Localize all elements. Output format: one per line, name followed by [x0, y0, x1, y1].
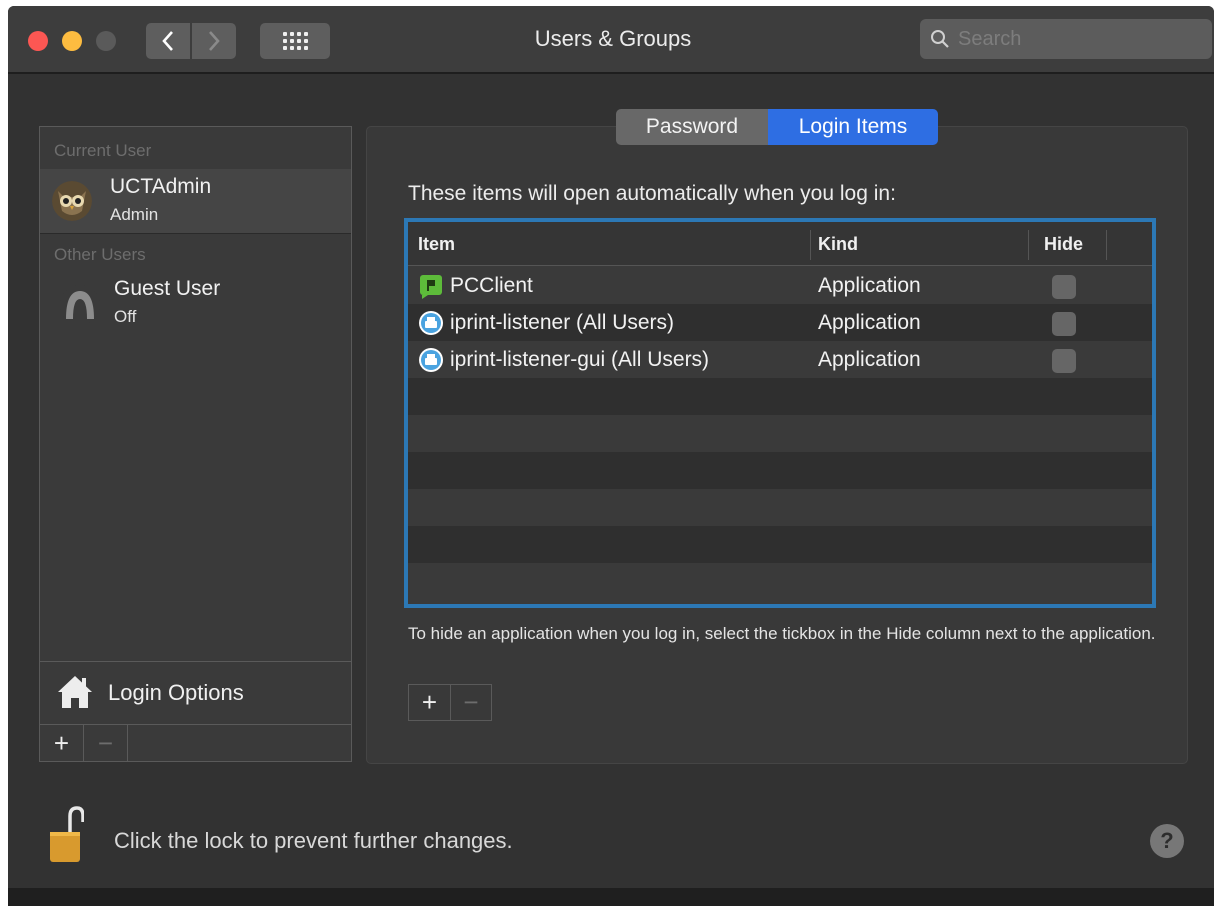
- table-body: PCClient Application iprint-listener (Al…: [408, 267, 1152, 600]
- grid-icon: [282, 32, 308, 50]
- current-user-header: Current User: [54, 141, 152, 160]
- title-bar: Users & Groups: [8, 6, 1214, 74]
- owl-avatar-icon: [52, 181, 92, 221]
- users-groups-window: Users & Groups Current User UCTAdmin Adm…: [8, 6, 1214, 896]
- search-icon: [931, 30, 949, 48]
- iprint-icon: [419, 347, 443, 372]
- house-icon: [58, 676, 92, 708]
- kind-cell: Application: [818, 273, 921, 297]
- zoom-window-button[interactable]: [96, 31, 116, 51]
- hide-checkbox[interactable]: [1052, 275, 1076, 299]
- show-all-button[interactable]: [260, 23, 330, 59]
- login-options-label: Login Options: [108, 680, 244, 705]
- sidebar-divider: [40, 233, 351, 234]
- item-cell: iprint-listener (All Users): [418, 304, 674, 341]
- hide-checkbox[interactable]: [1052, 312, 1076, 336]
- user-item-guest[interactable]: Guest User Off: [40, 271, 351, 335]
- empty-row: [408, 489, 1152, 526]
- sidebar-add-remove: + −: [40, 725, 351, 762]
- item-name: iprint-listener-gui (All Users): [450, 347, 710, 371]
- kind-cell: Application: [818, 347, 921, 371]
- pcclient-icon: [420, 274, 442, 299]
- back-button[interactable]: [146, 23, 190, 59]
- tab-login-items[interactable]: Login Items: [768, 109, 938, 145]
- table-header: Item Kind Hide: [408, 222, 1152, 266]
- guest-avatar-icon: [60, 285, 100, 325]
- search-input[interactable]: [958, 27, 1198, 51]
- item-cell: PCClient: [418, 267, 533, 304]
- user-role: Admin: [110, 205, 159, 224]
- user-name: Guest User: [114, 277, 221, 300]
- login-items-intro: These items will open automatically when…: [408, 182, 896, 205]
- login-items-table[interactable]: Item Kind Hide PCClient Application ipri…: [404, 218, 1156, 608]
- window-title: Users & Groups: [534, 26, 692, 51]
- login-options-item[interactable]: Login Options: [40, 661, 351, 725]
- user-item-uctadmin[interactable]: UCTAdmin Admin: [40, 169, 351, 233]
- add-user-button[interactable]: +: [40, 725, 84, 761]
- other-users-header: Other Users: [54, 245, 146, 264]
- minimize-window-button[interactable]: [62, 31, 82, 51]
- kind-cell: Application: [818, 310, 921, 334]
- iprint-icon: [419, 310, 443, 335]
- remove-login-item-button[interactable]: −: [449, 685, 491, 720]
- empty-row: [408, 452, 1152, 489]
- chevron-left-icon: [162, 31, 173, 51]
- table-row[interactable]: PCClient Application: [408, 267, 1152, 304]
- empty-row: [408, 563, 1152, 600]
- forward-button[interactable]: [192, 23, 236, 59]
- column-item[interactable]: Item: [418, 222, 455, 266]
- login-items-add-remove: + −: [408, 684, 492, 721]
- empty-row: [408, 526, 1152, 563]
- users-sidebar: Current User UCTAdmin Admin Other Users: [39, 126, 352, 762]
- item-name: iprint-listener (All Users): [450, 310, 675, 334]
- user-name: UCTAdmin: [110, 175, 212, 198]
- empty-row: [408, 415, 1152, 452]
- search-field[interactable]: [920, 19, 1212, 59]
- item-cell: iprint-listener-gui (All Users): [418, 341, 709, 378]
- remove-user-button[interactable]: −: [84, 725, 128, 761]
- table-row[interactable]: iprint-listener (All Users) Application: [408, 304, 1152, 341]
- close-window-button[interactable]: [28, 31, 48, 51]
- add-login-item-button[interactable]: +: [409, 685, 450, 720]
- item-name: PCClient: [450, 273, 533, 297]
- column-divider: [1028, 230, 1029, 260]
- lock-status-text: Click the lock to prevent further change…: [114, 828, 513, 853]
- column-kind[interactable]: Kind: [818, 222, 858, 266]
- dock-edge: [8, 888, 1214, 906]
- tab-bar: Password Login Items: [616, 109, 938, 145]
- column-divider: [810, 230, 811, 260]
- hide-checkbox[interactable]: [1052, 349, 1076, 373]
- user-status: Off: [114, 307, 137, 326]
- chevron-right-icon: [209, 31, 220, 51]
- empty-row: [408, 378, 1152, 415]
- column-divider: [1106, 230, 1107, 260]
- hide-hint-text: To hide an application when you log in, …: [408, 624, 1156, 643]
- column-hide[interactable]: Hide: [1044, 222, 1083, 266]
- unlocked-lock-icon[interactable]: [48, 806, 84, 864]
- table-row[interactable]: iprint-listener-gui (All Users) Applicat…: [408, 341, 1152, 378]
- help-button[interactable]: ?: [1150, 824, 1184, 858]
- tab-password[interactable]: Password: [616, 109, 768, 145]
